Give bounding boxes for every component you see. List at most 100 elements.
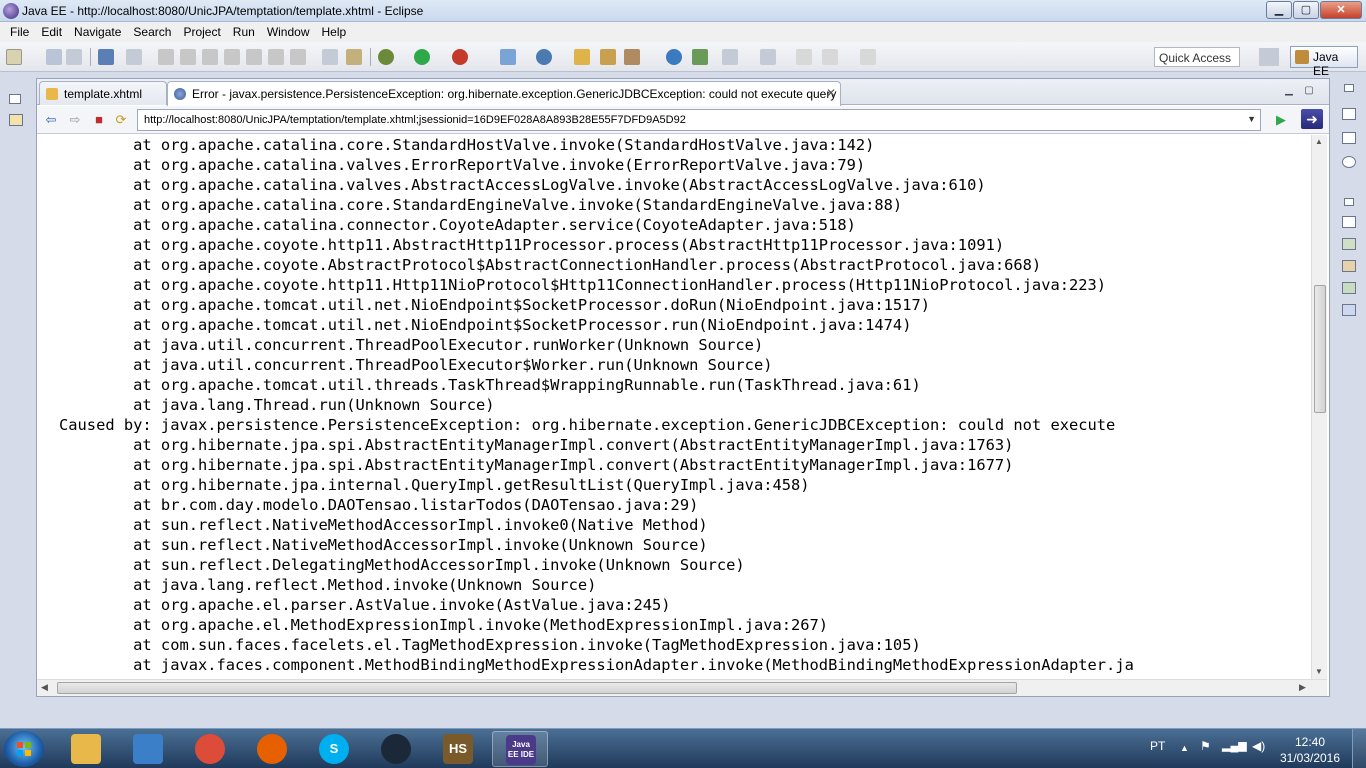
back-icon[interactable]: ⇦ xyxy=(43,112,59,128)
quick-access-input[interactable]: Quick Access xyxy=(1154,47,1240,67)
horizontal-scroll-thumb[interactable] xyxy=(57,682,1017,694)
menu-help[interactable]: Help xyxy=(316,25,353,39)
start-button[interactable] xyxy=(4,731,44,767)
restore-icon[interactable] xyxy=(9,94,21,104)
open-external-icon[interactable]: ➜ xyxy=(1301,109,1323,129)
tab-template-xhtml[interactable]: template.xhtml xyxy=(39,81,167,105)
disconnect-icon[interactable] xyxy=(224,49,240,65)
restore-icon[interactable] xyxy=(1344,198,1354,206)
url-input[interactable]: http://localhost:8080/UnicJPA/temptation… xyxy=(137,109,1261,131)
resume-icon[interactable] xyxy=(158,49,174,65)
menu-edit[interactable]: Edit xyxy=(35,25,68,39)
project-explorer-icon[interactable] xyxy=(9,114,23,126)
taskbar-app-media[interactable] xyxy=(120,731,176,767)
taskbar-app-chrome[interactable] xyxy=(182,731,238,767)
open-task-icon[interactable] xyxy=(600,49,616,65)
new-java-class-icon[interactable] xyxy=(536,49,552,65)
outline-icon[interactable] xyxy=(1342,108,1356,120)
vertical-scrollbar[interactable]: ▲ ▼ xyxy=(1311,135,1327,679)
menu-project[interactable]: Project xyxy=(177,25,226,39)
show-hidden-icons-icon[interactable]: ▲ xyxy=(1180,743,1189,753)
browser-icon xyxy=(174,88,186,100)
search-icon[interactable] xyxy=(624,49,640,65)
maximize-button[interactable]: ▢ xyxy=(1293,1,1319,19)
menu-run[interactable]: Run xyxy=(227,25,261,39)
new-server-icon[interactable] xyxy=(500,49,516,65)
horizontal-scrollbar[interactable]: ◀ ▶ xyxy=(37,679,1327,696)
forward-icon[interactable]: ⇨ xyxy=(67,112,83,128)
snippets-icon[interactable] xyxy=(1342,282,1356,294)
taskbar-app-steam[interactable] xyxy=(368,731,424,767)
browser-icon[interactable] xyxy=(666,49,682,65)
drop-frame-icon[interactable] xyxy=(322,49,338,65)
new-icon[interactable] xyxy=(6,49,22,65)
volume-icon[interactable]: ◀) xyxy=(1252,739,1265,753)
menu-file[interactable]: File xyxy=(4,25,35,39)
scroll-down-icon[interactable]: ▼ xyxy=(1315,667,1323,676)
perspective-java-ee[interactable]: Java EE xyxy=(1290,46,1358,78)
language-indicator[interactable]: PT xyxy=(1150,739,1165,753)
go-icon[interactable]: ▶ xyxy=(1273,112,1289,128)
skip-breakpoints-icon[interactable] xyxy=(126,49,142,65)
eclipse-icon: Java EE IDE xyxy=(506,735,536,765)
minimize-button[interactable]: ▁ xyxy=(1266,1,1292,19)
taskbar-app-hearthstone[interactable]: HS xyxy=(430,731,486,767)
save-all-icon[interactable] xyxy=(66,49,82,65)
open-type-icon[interactable] xyxy=(574,49,590,65)
system-clock[interactable]: 12:40 31/03/2016 xyxy=(1278,734,1342,766)
scroll-left-icon[interactable]: ◀ xyxy=(41,682,48,693)
menu-search[interactable]: Search xyxy=(127,25,177,39)
external-tools-icon[interactable] xyxy=(452,49,468,65)
run-icon[interactable] xyxy=(414,49,430,65)
previous-annotation-icon[interactable] xyxy=(760,49,776,65)
last-edit-icon[interactable] xyxy=(796,49,812,65)
debug-icon[interactable] xyxy=(378,49,394,65)
menu-window[interactable]: Window xyxy=(261,25,316,39)
suspend-icon[interactable] xyxy=(180,49,196,65)
annotations-icon[interactable] xyxy=(1342,156,1356,168)
menu-navigate[interactable]: Navigate xyxy=(68,25,127,39)
minimize-view-icon[interactable]: ▁ xyxy=(1283,85,1295,97)
forward-nav-icon[interactable] xyxy=(860,49,876,65)
task-list-icon[interactable] xyxy=(1342,132,1356,144)
vertical-scroll-thumb[interactable] xyxy=(1314,285,1326,413)
step-into-icon[interactable] xyxy=(246,49,262,65)
step-return-icon[interactable] xyxy=(290,49,306,65)
refresh-icon[interactable]: ⟳ xyxy=(113,112,129,128)
taskbar-app-eclipse[interactable]: Java EE IDE xyxy=(492,731,548,767)
back-nav-icon[interactable] xyxy=(822,49,838,65)
scroll-up-icon[interactable]: ▲ xyxy=(1315,137,1323,146)
tab-error-page[interactable]: Error - javax.persistence.PersistenceExc… xyxy=(167,81,841,106)
console-icon[interactable] xyxy=(1342,304,1356,316)
markers-icon[interactable] xyxy=(1342,216,1356,228)
trace-line: at javax.faces.component.MethodBindingMe… xyxy=(59,656,1134,674)
trace-line: at sun.reflect.NativeMethodAccessorImpl.… xyxy=(59,536,708,554)
toggle-mark-icon[interactable] xyxy=(692,49,708,65)
next-annotation-icon[interactable] xyxy=(722,49,738,65)
save-icon[interactable] xyxy=(46,49,62,65)
stop-icon[interactable]: ■ xyxy=(91,112,107,128)
close-tab-icon[interactable]: ✕ xyxy=(826,86,836,100)
close-button[interactable]: ✕ xyxy=(1320,1,1362,19)
maximize-view-icon[interactable]: ▢ xyxy=(1303,85,1315,97)
use-step-filters-icon[interactable] xyxy=(346,49,362,65)
trace-line: Caused by: javax.persistence.Persistence… xyxy=(59,416,1116,434)
servers-icon[interactable] xyxy=(1342,238,1356,250)
network-icon[interactable]: ▂▄▆ xyxy=(1222,739,1247,752)
url-dropdown-icon[interactable]: ▼ xyxy=(1247,114,1256,124)
terminal-icon[interactable] xyxy=(98,49,114,65)
trace-line: at org.apache.catalina.core.StandardHost… xyxy=(59,136,875,154)
step-over-icon[interactable] xyxy=(268,49,284,65)
scroll-right-icon[interactable]: ▶ xyxy=(1299,682,1306,693)
data-source-icon[interactable] xyxy=(1342,260,1356,272)
taskbar-app-explorer[interactable] xyxy=(58,731,114,767)
terminate-icon[interactable] xyxy=(202,49,218,65)
show-desktop-button[interactable] xyxy=(1352,729,1366,768)
taskbar-app-skype[interactable]: S xyxy=(306,731,362,767)
open-perspective-icon[interactable] xyxy=(1259,48,1279,66)
taskbar-app-firefox[interactable] xyxy=(244,731,300,767)
clock-date: 31/03/2016 xyxy=(1279,751,1341,765)
window-title: Java EE - http://localhost:8080/UnicJPA/… xyxy=(22,4,424,18)
restore-icon[interactable] xyxy=(1344,84,1354,92)
action-center-icon[interactable]: ⚑ xyxy=(1200,739,1211,753)
